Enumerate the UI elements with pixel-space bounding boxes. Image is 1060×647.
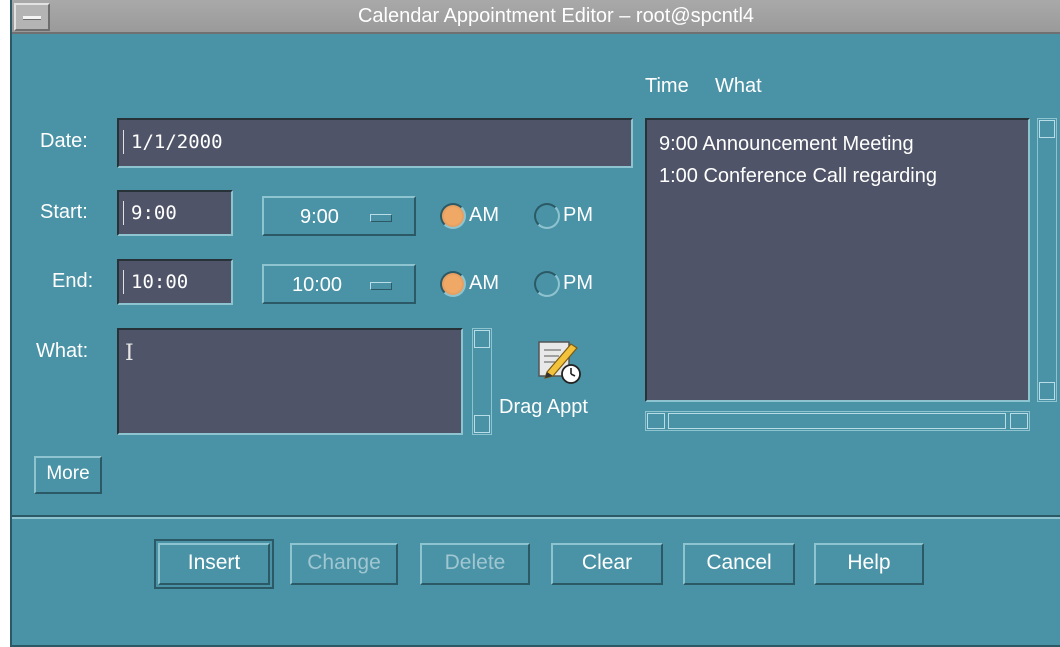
end-pm-label: PM	[563, 272, 593, 294]
what-label: What:	[36, 340, 89, 362]
help-button[interactable]: Help	[814, 543, 924, 585]
start-pm-label: PM	[563, 204, 593, 226]
scroll-right-arrow-icon[interactable]	[1010, 413, 1028, 429]
start-time-field[interactable]: 9:00	[117, 190, 233, 236]
window-menu-icon	[23, 16, 41, 20]
date-label: Date:	[40, 130, 88, 152]
end-am-label: AM	[469, 272, 499, 294]
list-item[interactable]: 1:00 Conference Call regarding	[659, 160, 1028, 192]
end-label: End:	[52, 270, 94, 292]
text-cursor: I	[125, 341, 134, 366]
title-bar[interactable]: Calendar Appointment Editor – root@spcnt…	[12, 0, 1060, 34]
window-menu-button[interactable]	[14, 3, 50, 31]
start-time-menu[interactable]: 9:00	[262, 196, 416, 236]
option-menu-indicator-icon	[370, 214, 392, 222]
text-cursor	[123, 201, 126, 225]
separator	[12, 515, 1060, 519]
date-value: 1/1/2000	[131, 131, 223, 153]
start-am-label: AM	[469, 204, 499, 226]
delete-button[interactable]: Delete	[420, 543, 530, 585]
end-pm-radio[interactable]	[534, 271, 560, 297]
change-button[interactable]: Change	[290, 543, 398, 585]
start-time-option: 9:00	[300, 206, 339, 228]
cancel-button[interactable]: Cancel	[683, 543, 795, 585]
scroll-up-arrow-icon[interactable]	[474, 330, 490, 348]
end-am-radio[interactable]	[440, 271, 466, 297]
what-textarea[interactable]: I	[117, 328, 463, 435]
list-horizontal-scrollbar[interactable]	[645, 411, 1030, 431]
text-cursor	[123, 130, 126, 154]
scroll-left-arrow-icon[interactable]	[647, 413, 665, 429]
start-am-radio[interactable]	[440, 203, 466, 229]
scroll-up-arrow-icon[interactable]	[1039, 120, 1055, 138]
scroll-down-arrow-icon[interactable]	[474, 415, 490, 433]
what-vertical-scrollbar[interactable]	[472, 328, 492, 435]
start-time-value: 9:00	[131, 202, 177, 224]
list-vertical-scrollbar[interactable]	[1037, 118, 1057, 402]
date-field[interactable]: 1/1/2000	[117, 118, 633, 168]
list-header-time: Time	[645, 75, 689, 97]
clear-button[interactable]: Clear	[551, 543, 663, 585]
end-time-field[interactable]: 10:00	[117, 259, 233, 305]
appointment-list[interactable]: 9:00 Announcement Meeting 1:00 Conferenc…	[645, 118, 1030, 402]
list-header-what: What	[715, 75, 762, 97]
pencil-clock-icon	[538, 341, 581, 384]
window-title: Calendar Appointment Editor – root@spcnt…	[357, 5, 755, 27]
end-time-option: 10:00	[292, 274, 343, 296]
text-cursor	[123, 270, 126, 294]
option-menu-indicator-icon	[370, 282, 392, 290]
end-time-menu[interactable]: 10:00	[262, 264, 416, 304]
drag-appt-label: Drag Appt	[499, 396, 588, 418]
start-label: Start:	[40, 201, 88, 223]
insert-button[interactable]: Insert	[154, 539, 274, 589]
more-button[interactable]: More	[34, 456, 102, 494]
drag-appt-control[interactable]: Drag Appt	[499, 336, 619, 432]
scroll-thumb[interactable]	[668, 413, 1006, 429]
start-pm-radio[interactable]	[534, 203, 560, 229]
scroll-down-arrow-icon[interactable]	[1039, 382, 1055, 400]
list-item[interactable]: 9:00 Announcement Meeting	[659, 128, 1028, 160]
end-time-value: 10:00	[131, 271, 189, 293]
appointment-editor-window: Calendar Appointment Editor – root@spcnt…	[10, 0, 1060, 647]
